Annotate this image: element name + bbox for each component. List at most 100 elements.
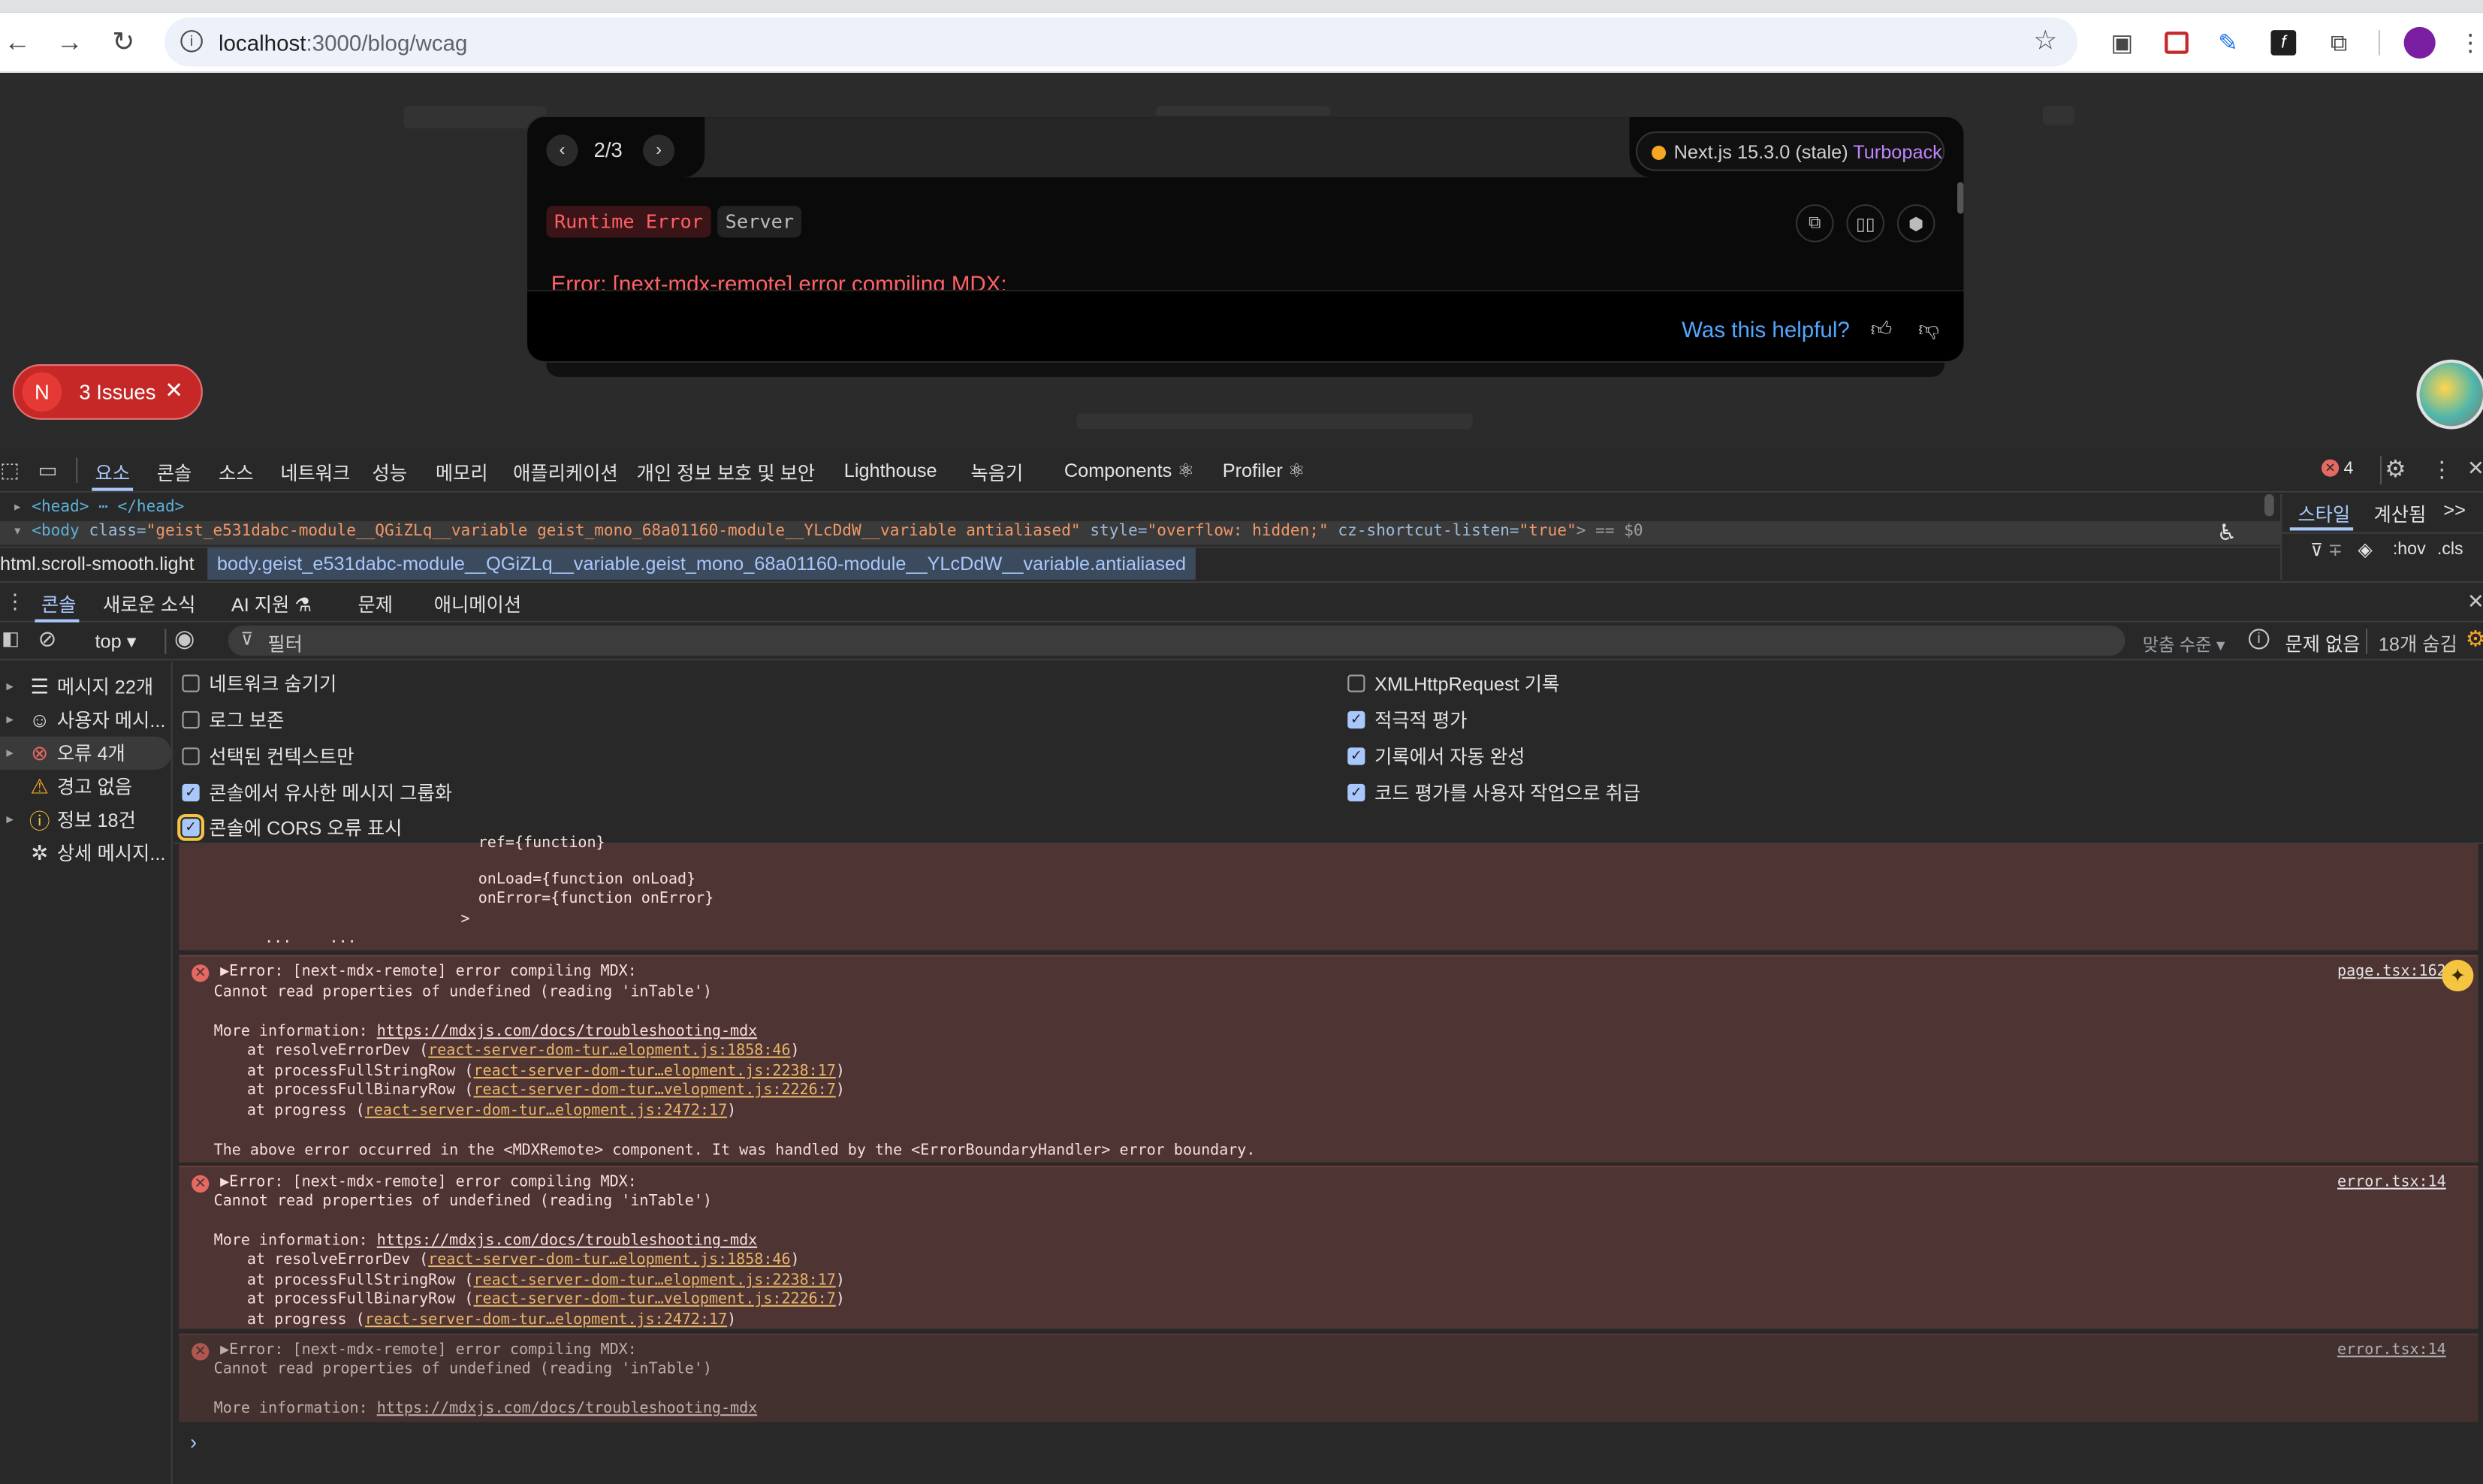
drawer-tab-console[interactable]: 콘솔 [41,591,77,618]
checkbox-box[interactable] [182,674,200,692]
version-badge[interactable]: Next.js 15.3.0 (stale) Turbopack [1635,131,1945,171]
docs-book-icon[interactable]: ▯▯ [1846,204,1885,243]
bookmark-star-icon[interactable]: ☆ [2033,26,2057,57]
tab-console[interactable]: 콘솔 [157,460,192,487]
copy-icon[interactable]: ⧉ [1795,204,1834,243]
tab-lighthouse[interactable]: Lighthouse [844,460,937,482]
forward-button[interactable]: → [53,26,87,60]
settings-gear-icon[interactable]: ⚙ [2385,454,2406,483]
styles-filter-icon[interactable]: ⊽ ∓ [2310,540,2343,560]
error-summary[interactable]: ▶Error: [next-mdx-remote] error compilin… [220,1174,637,1191]
head-node[interactable]: ▸ <head> ⋯ </head> [13,499,185,516]
context-selector[interactable]: top ▾ [95,630,137,653]
cls-toggle[interactable]: .cls [2437,540,2463,559]
troubleshooting-link[interactable]: https://mdxjs.com/docs/troubleshooting-m… [377,1023,757,1040]
tab-network[interactable]: 네트워크 [280,460,350,487]
stack-source-link[interactable]: react-server-dom-tur…elopment.js:2472:17 [365,1311,727,1329]
more-options-icon[interactable]: ⋮ [2430,456,2453,483]
console-prompt[interactable]: › [190,1430,197,1454]
site-info-icon[interactable]: i [180,30,203,53]
sidebar-item-warnings[interactable]: ⚠ 경고 없음 [0,770,171,803]
selected-context-checkbox[interactable]: 선택된 컨텍스트만 [182,743,354,770]
thumbs-up-icon[interactable]: 👍︎ [1866,314,1897,345]
drawer-tab-ai-assistance[interactable]: AI 지원 ⚗ [231,591,312,618]
source-link[interactable]: error.tsx:14 [2337,1341,2446,1359]
camera-icon[interactable]: ▣ [2106,27,2138,59]
stack-source-link[interactable]: react-server-dom-tur…elopment.js:2238:17 [473,1063,835,1080]
stack-source-link[interactable]: react-server-dom-tur…velopment.js:2226:7 [473,1081,835,1099]
inspect-element-icon[interactable]: ⬚ [0,457,20,483]
console-error-message[interactable]: ✕ ▶Error: [next-mdx-remote] error compil… [179,1166,2478,1329]
tab-sources[interactable]: 소스 [219,460,254,487]
sidebar-item-messages[interactable]: ▸ ☰ 메시지 22개 [0,670,171,703]
checkbox-box[interactable] [1347,674,1365,692]
live-expression-eye-icon[interactable]: ◉ [174,624,195,653]
sidebar-item-verbose[interactable]: ✲ 상세 메시지... [0,836,171,869]
stack-source-link[interactable]: react-server-dom-tur…elopment.js:1858:46 [428,1042,790,1060]
drawer-menu-icon[interactable]: ⋮ [5,589,25,614]
ai-explain-lightbulb-icon[interactable]: ✦ [2442,959,2474,992]
tab-profiler[interactable]: Profiler ⚛ [1223,460,1305,482]
issues-status[interactable]: 문제 없음 [2285,630,2360,657]
address-bar[interactable]: i localhost:3000/blog/wcag ☆ [164,17,2078,67]
overlay-scrollbar[interactable] [1957,182,1964,214]
log-xhr-checkbox[interactable]: XMLHttpRequest 기록 [1347,670,1559,697]
checkbox-box[interactable]: ✓ [177,813,204,841]
thumbs-down-icon[interactable]: 👎︎ [1913,314,1944,345]
checkbox-box[interactable] [182,747,200,765]
eager-evaluation-checkbox[interactable]: ✓ 적극적 평가 [1347,707,1468,734]
elements-scrollbar[interactable] [2264,493,2274,517]
tab-computed[interactable]: 계산됨 [2374,500,2427,527]
breadcrumb-body[interactable]: body.geist_e531dabc-module__QGiZLq__vari… [207,547,1196,580]
tab-privacy-security[interactable]: 개인 정보 보호 및 보안 [637,460,816,487]
checkbox-box[interactable]: ✓ [1347,710,1365,729]
sidebar-item-info[interactable]: ▸ ⓘ 정보 18건 [0,803,171,836]
drawer-tab-animations[interactable]: 애니메이션 [434,591,521,618]
clear-console-icon[interactable]: ⊘ [38,626,57,653]
tab-memory[interactable]: 메모리 [436,460,488,487]
sidebar-item-errors[interactable]: ▸ ⊗ 오류 4개 [0,736,171,770]
checkbox-box[interactable]: ✓ [1347,747,1365,765]
close-devtools-icon[interactable]: ✕ [2467,456,2483,481]
user-activation-checkbox[interactable]: ✓ 코드 평가를 사용자 작업으로 취급 [1347,780,1640,807]
issues-badge[interactable]: N 3 Issues ✕ [12,364,203,420]
checkbox-box[interactable]: ✓ [1347,783,1365,802]
body-node[interactable]: ▾ <body class="geist_e531dabc-module__QG… [13,523,1643,540]
error-count-icon[interactable]: ✕ [2321,459,2340,477]
tab-recorder[interactable]: 녹음기 [970,460,1023,487]
stack-source-link[interactable]: react-server-dom-tur…velopment.js:2226:7 [473,1291,835,1308]
reload-button[interactable]: ↻ [106,26,140,60]
checkbox-box[interactable] [182,710,200,729]
more-tabs-icon[interactable]: >> [2443,499,2466,521]
stack-source-link[interactable]: react-server-dom-tur…elopment.js:1858:46 [428,1251,790,1268]
drawer-tab-whats-new[interactable]: 새로운 소식 [103,591,195,618]
error-summary[interactable]: ▶Error: [next-mdx-remote] error compilin… [220,963,637,980]
console-settings-icon[interactable]: ⚙ [2466,626,2483,653]
hov-toggle[interactable]: :hov [2393,540,2426,559]
error-count[interactable]: 4 [2343,460,2353,478]
show-cors-errors-checkbox[interactable]: ✓ 콘솔에 CORS 오류 표시 [177,813,402,841]
hide-network-checkbox[interactable]: 네트워크 숨기기 [182,670,336,697]
node-icon[interactable]: ⬢ [1896,204,1935,243]
source-link[interactable]: page.tsx:162 [2337,963,2446,980]
extensions-puzzle-icon[interactable]: ⧉ [2323,27,2355,59]
tab-components[interactable]: Components ⚛ [1064,460,1194,482]
checkbox-box[interactable]: ✓ [182,783,200,802]
error-summary[interactable]: ▶Error: [next-mdx-remote] error compilin… [220,1341,637,1359]
drawer-tab-issues[interactable]: 문제 [358,591,394,618]
console-filter-input[interactable]: ⊽ 필터 [228,625,2125,656]
tab-elements[interactable]: 요소 [95,460,131,487]
log-levels-dropdown[interactable]: 맞춤 수준 ▾ [2143,632,2225,657]
console-error-message[interactable]: ✕ ▶Error: [next-mdx-remote] error compil… [179,955,2478,1163]
issues-info-icon[interactable]: i [2248,629,2270,650]
layers-icon[interactable]: ◈ [2358,538,2372,561]
device-toolbar-icon[interactable]: ▭ [38,457,58,483]
accessibility-icon[interactable]: ♿︎ [2217,520,2237,547]
troubleshooting-link[interactable]: https://mdxjs.com/docs/troubleshooting-m… [377,1400,757,1417]
autocomplete-history-checkbox[interactable]: ✓ 기록에서 자동 완성 [1347,743,1525,770]
profile-avatar[interactable] [2403,26,2436,59]
font-extension-icon[interactable]: f [2267,27,2299,59]
pen-extension-icon[interactable]: ✎ [2212,27,2243,59]
sidebar-toggle-icon[interactable]: ◧ [2,627,20,650]
close-icon[interactable]: ✕ [164,377,183,404]
